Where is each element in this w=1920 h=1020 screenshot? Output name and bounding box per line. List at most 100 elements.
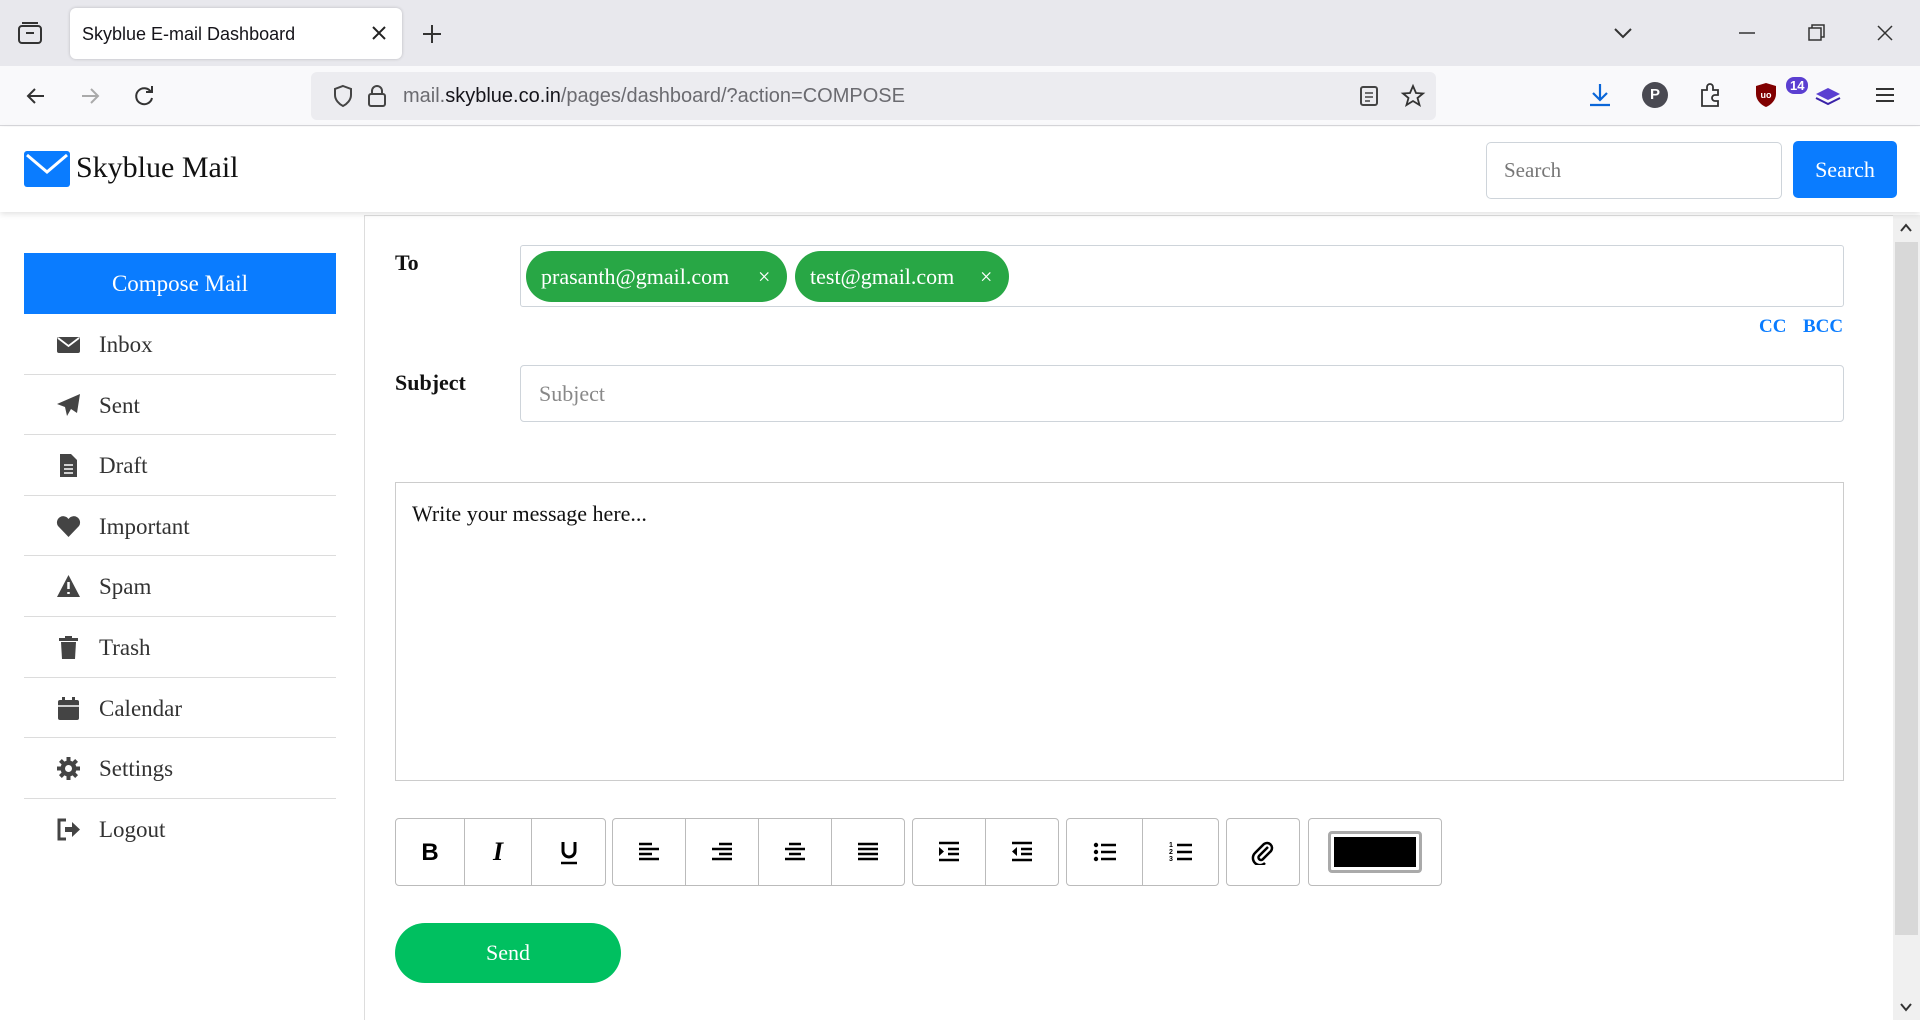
paper-plane-icon [57, 393, 80, 416]
hamburger-menu-icon[interactable] [1870, 80, 1900, 110]
align-right-button[interactable] [686, 819, 759, 885]
svg-text:2: 2 [1169, 849, 1173, 856]
sidebar-item-spam[interactable]: Spam [24, 556, 336, 617]
text-color-picker[interactable] [1309, 819, 1441, 885]
sidebar-item-trash[interactable]: Trash [24, 617, 336, 678]
text-color-swatch [1328, 831, 1422, 873]
attach-file-button[interactable] [1227, 819, 1299, 885]
browser-tab[interactable]: Skyblue E-mail Dashboard [70, 8, 402, 59]
extensions-puzzle-icon[interactable] [1696, 80, 1726, 110]
recipients-field[interactable]: prasanth@gmail.com × test@gmail.com × [520, 245, 1844, 307]
alignment-group [612, 818, 905, 886]
profile-avatar[interactable]: P [1642, 82, 1668, 108]
color-group [1308, 818, 1442, 886]
sidebar-item-important[interactable]: Important [24, 496, 336, 557]
italic-button[interactable]: I [465, 819, 532, 885]
bold-icon: B [421, 839, 438, 865]
svg-text:B: B [421, 839, 438, 865]
sidebar-item-label: Logout [99, 816, 166, 842]
sidebar-item-label: Sent [99, 392, 140, 418]
sidebar-item-label: Draft [99, 453, 148, 479]
remove-recipient-icon[interactable]: × [980, 251, 992, 302]
sidebar-item-logout[interactable]: Logout [24, 799, 336, 860]
close-tab-icon[interactable] [369, 23, 389, 43]
reload-icon[interactable] [130, 82, 158, 110]
scroll-up-icon[interactable] [1899, 221, 1913, 235]
search-button[interactable]: Search [1793, 141, 1897, 198]
sidebar-item-label: Settings [99, 756, 174, 782]
sidebar: Compose Mail Inbox Sent Draft Important … [24, 253, 336, 859]
extension-badge-count: 14 [1786, 77, 1809, 94]
underline-icon [560, 842, 577, 865]
stacked-layers-extension-icon[interactable] [1813, 80, 1843, 110]
restore-icon[interactable] [1803, 20, 1829, 46]
recipient-chip: test@gmail.com × [795, 251, 1009, 302]
underline-button[interactable] [532, 819, 605, 885]
outdent-button[interactable] [986, 819, 1058, 885]
sidebar-item-label: Trash [99, 634, 151, 660]
numbered-list-button[interactable]: 123 [1143, 819, 1218, 885]
align-left-icon [639, 842, 659, 861]
scrollbar-thumb[interactable] [1895, 242, 1918, 935]
bold-button[interactable]: B [396, 819, 465, 885]
remove-recipient-icon[interactable]: × [758, 251, 770, 302]
indent-button[interactable] [913, 819, 986, 885]
bullet-list-button[interactable] [1067, 819, 1143, 885]
file-icon [60, 454, 77, 478]
back-arrow-icon[interactable] [22, 82, 50, 110]
heart-icon [56, 515, 81, 537]
svg-text:3: 3 [1169, 856, 1173, 863]
sidebar-item-label: Important [99, 513, 190, 539]
scroll-down-icon[interactable] [1899, 1000, 1913, 1014]
send-button[interactable]: Send [395, 923, 621, 983]
align-center-button[interactable] [759, 819, 832, 885]
forward-arrow-icon[interactable] [76, 82, 104, 110]
align-left-button[interactable] [613, 819, 686, 885]
italic-icon: I [492, 839, 504, 865]
minimize-icon[interactable] [1734, 20, 1760, 46]
message-body-editor[interactable]: Write your message here... [395, 482, 1844, 781]
address-bar[interactable]: mail.skyblue.co.in/pages/dashboard/?acti… [311, 72, 1436, 120]
subject-input[interactable] [520, 365, 1844, 422]
subject-label: Subject [395, 370, 466, 395]
outdent-icon [1012, 841, 1032, 862]
browser-tab-bar: Skyblue E-mail Dashboard [0, 0, 1920, 66]
shield-icon[interactable] [331, 84, 355, 108]
sidebar-item-label: Calendar [99, 695, 183, 721]
sidebar-item-draft[interactable]: Draft [24, 435, 336, 496]
download-icon[interactable] [1585, 80, 1615, 110]
bcc-link[interactable]: BCC [1803, 316, 1843, 338]
align-justify-icon [858, 842, 878, 861]
search-input[interactable] [1486, 142, 1782, 199]
tab-overview-icon[interactable] [17, 21, 43, 45]
align-justify-button[interactable] [832, 819, 904, 885]
sidebar-item-sent[interactable]: Sent [24, 375, 336, 436]
page-scrollbar[interactable] [1893, 215, 1920, 1020]
list-group: 123 [1066, 818, 1219, 886]
recipient-email: prasanth@gmail.com [541, 264, 730, 289]
svg-text:I: I [492, 839, 504, 865]
sidebar-item-inbox[interactable]: Inbox [24, 314, 336, 375]
trash-icon [59, 635, 78, 659]
ublock-shield-icon[interactable]: uo [1751, 80, 1781, 110]
mail-logo-icon [24, 151, 70, 187]
lock-icon[interactable] [366, 84, 388, 108]
bookmark-star-icon[interactable] [1400, 83, 1426, 109]
cc-link[interactable]: CC [1759, 316, 1786, 338]
compose-mail-button[interactable]: Compose Mail [24, 253, 336, 314]
reader-view-icon[interactable] [1358, 85, 1380, 107]
close-window-icon[interactable] [1872, 20, 1898, 46]
browser-tab-title: Skyblue E-mail Dashboard [82, 24, 296, 44]
gear-icon [57, 757, 80, 781]
color-fill [1334, 837, 1416, 867]
new-tab-icon[interactable] [420, 22, 444, 46]
sidebar-item-settings[interactable]: Settings [24, 738, 336, 799]
tab-list-chevron-icon[interactable] [1610, 20, 1636, 46]
svg-text:uo: uo [1761, 90, 1772, 100]
paperclip-icon [1251, 841, 1274, 865]
sidebar-item-calendar[interactable]: Calendar [24, 678, 336, 739]
url-text: mail.skyblue.co.in/pages/dashboard/?acti… [403, 85, 905, 107]
calendar-icon [58, 696, 79, 720]
numbered-list-icon: 123 [1169, 842, 1192, 863]
sidebar-item-label: Inbox [99, 332, 153, 357]
